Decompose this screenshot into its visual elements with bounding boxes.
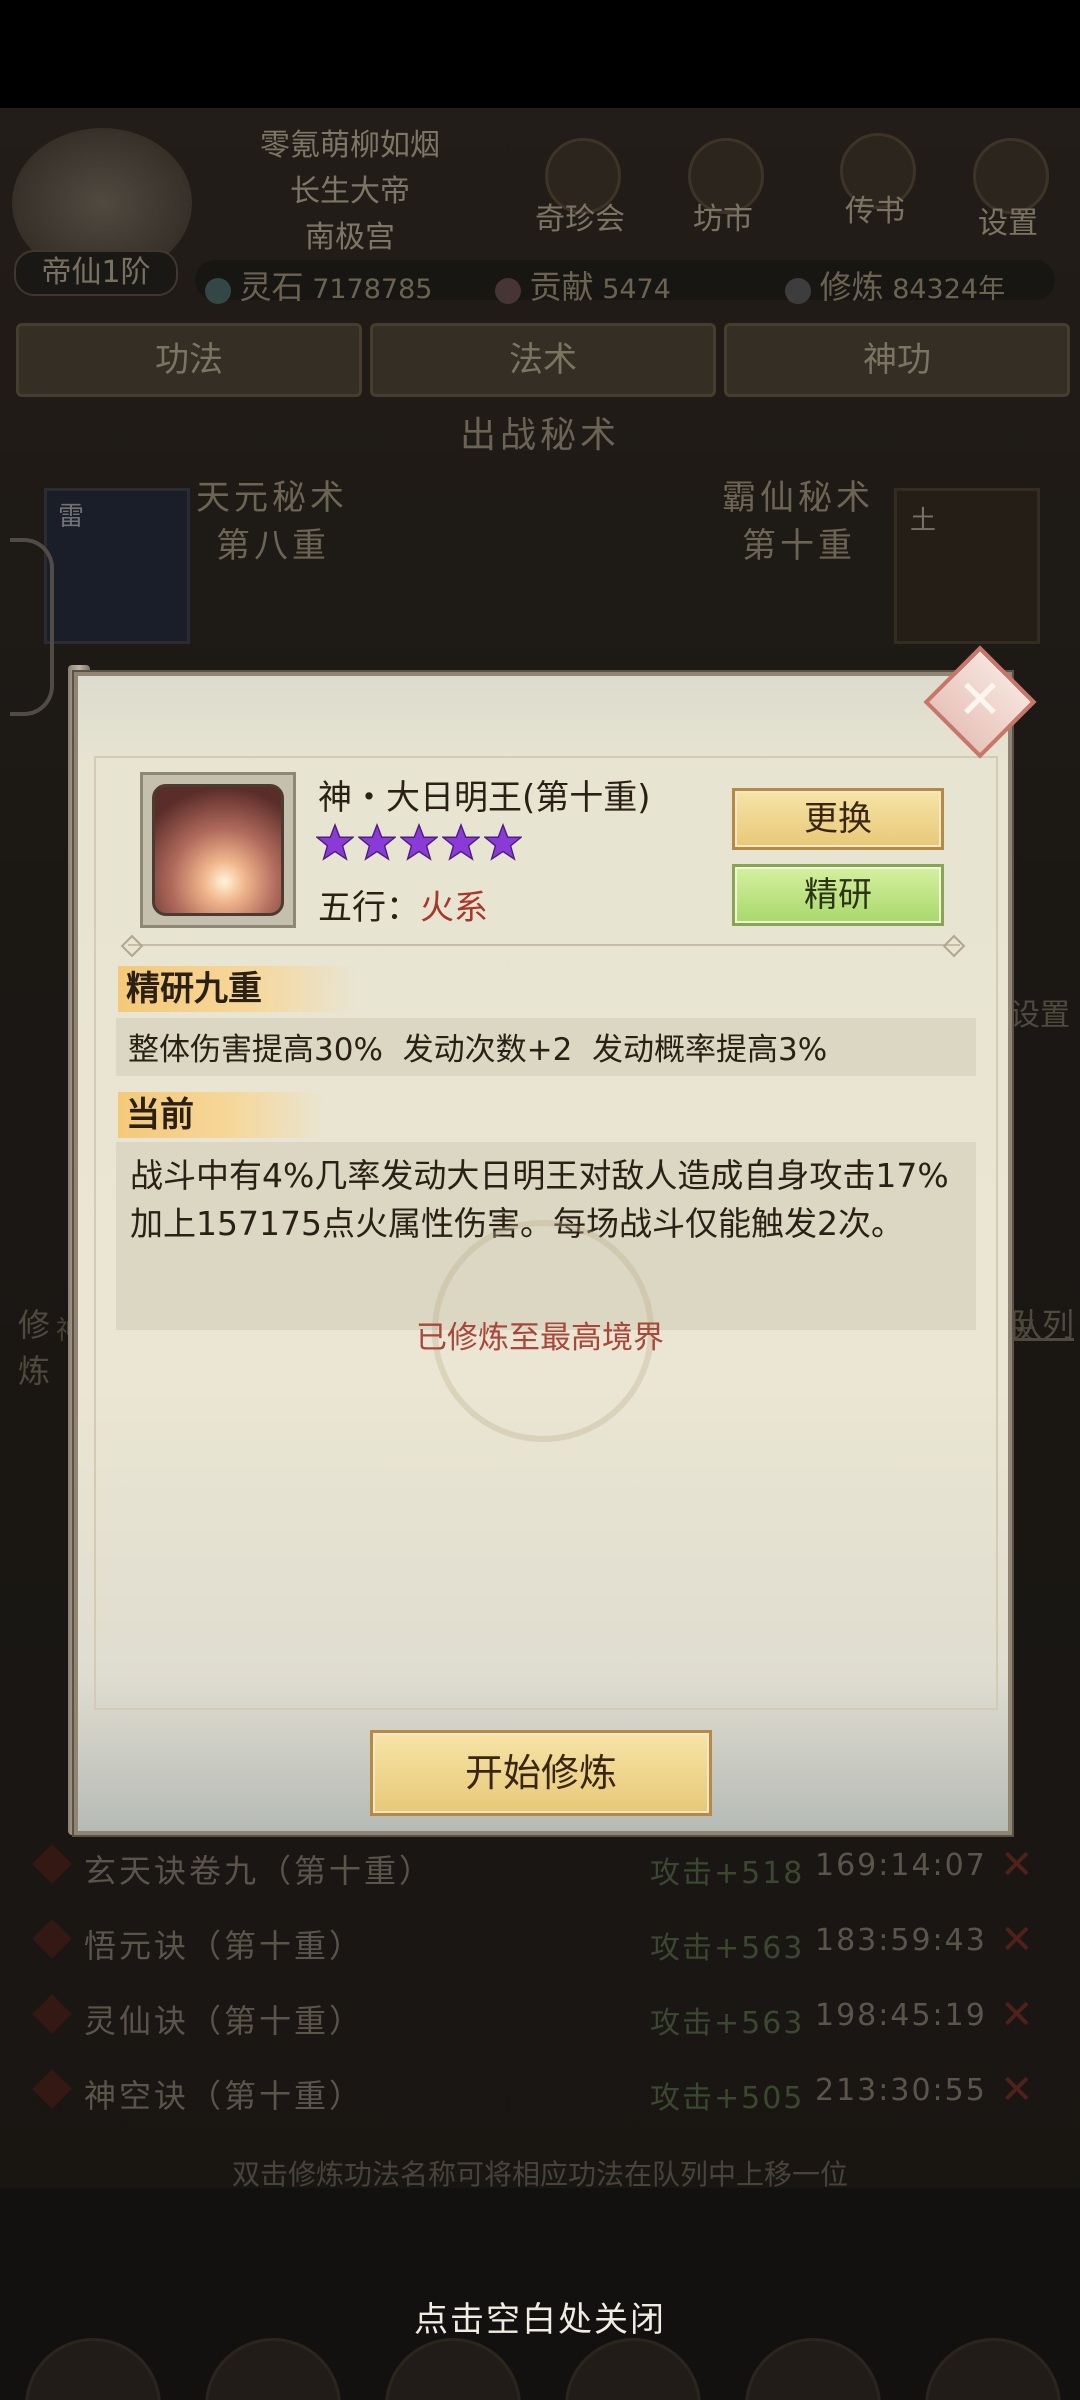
flame-skill-icon <box>152 784 284 916</box>
change-button[interactable]: 更换 <box>732 788 944 850</box>
divider <box>128 944 960 946</box>
max-level-text: 已修炼至最高境界 <box>416 1320 664 1356</box>
element-value: 火系 <box>420 888 488 928</box>
refine-effect-panel: 整体伤害提高30% 发动次数+2 发动概率提高3% <box>116 1018 976 1076</box>
refine-section-title: 精研九重 <box>118 966 356 1012</box>
close-icon[interactable]: ✕ <box>944 664 1016 736</box>
star-icon <box>400 823 438 861</box>
close-hint[interactable]: 点击空白处关闭 <box>0 2292 1080 2341</box>
star-rating <box>316 823 526 865</box>
refine-button[interactable]: 精研 <box>732 864 944 926</box>
element-label: 五行： <box>318 888 420 928</box>
star-icon <box>442 823 480 861</box>
start-cultivation-button[interactable]: 开始修炼 <box>370 1730 712 1816</box>
skill-name: 神・大日明王(第十重) <box>318 778 651 818</box>
star-icon <box>316 823 354 861</box>
star-icon <box>358 823 396 861</box>
skill-icon-frame <box>140 772 296 928</box>
refine-effect-text: 整体伤害提高30% 发动次数+2 发动概率提高3% <box>128 1032 828 1068</box>
current-section-title: 当前 <box>118 1092 326 1138</box>
element-line: 五行：火系 <box>318 880 488 929</box>
star-icon <box>484 823 522 861</box>
